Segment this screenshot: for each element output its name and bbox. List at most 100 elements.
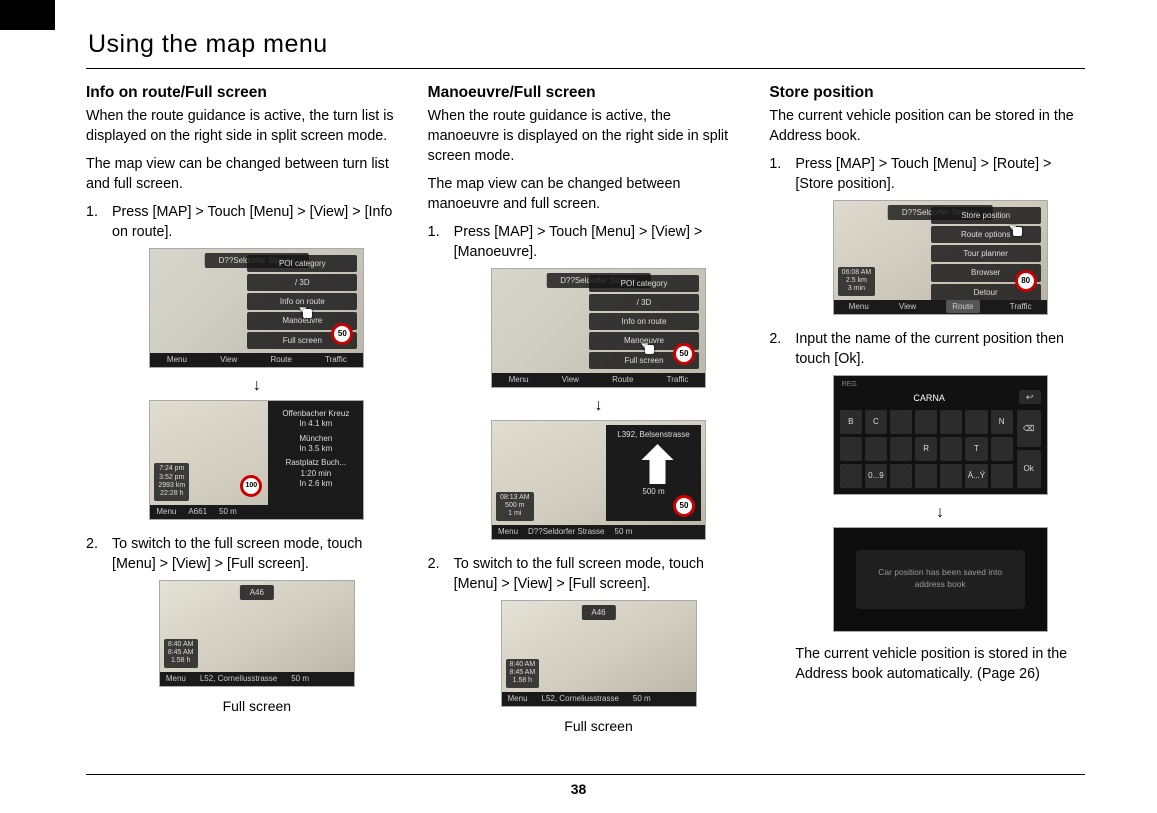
step-1: 1. Press [MAP] > Touch [Menu] > [Route] … [769,154,1085,321]
step-number: 2. [769,329,781,349]
key [915,464,937,488]
column-manoeuvre: Manoeuvre/Full screen When the route gui… [428,82,744,758]
step-text: Press [MAP] > Touch [Menu] > [Route] > [… [795,156,1051,192]
key [965,410,987,434]
key [890,437,912,461]
menu-item: Info on route [589,313,699,330]
screenshot-view-menu: D??Seldorfer Strasse POI category / 3D I… [149,248,364,368]
step-text: To switch to the full screen mode, touch… [112,536,362,572]
tab: View [899,301,916,312]
key: Ä...Ý [965,464,987,488]
tab: Menu [166,673,186,684]
step-number: 2. [86,534,98,554]
stat: 500 m [500,502,530,510]
stat: 2.5 km [842,277,872,285]
column-store-position: Store position The current vehicle posit… [769,82,1085,758]
step-number: 1. [86,202,98,222]
step-text: To switch to the full screen mode, touch… [454,556,704,592]
road-label: L392, Belsenstrasse [610,429,697,440]
key: N [991,410,1013,434]
key [865,437,887,461]
step-1: 1. Press [MAP] > Touch [Menu] > [View] >… [428,222,744,546]
menu-item: POI category [589,275,699,292]
clock: 8:40 AM [168,641,194,649]
speed-sign-icon: 80 [1015,270,1037,292]
paragraph: The current vehicle position can be stor… [769,106,1085,146]
stat: 8:45 AM [510,669,536,677]
menu-item: / 3D [589,294,699,311]
key [890,410,912,434]
page-number: 38 [0,781,1157,797]
step-number: 2. [428,554,440,574]
road-name: D??Seldorfer Strasse [528,526,604,537]
scale: 50 m [219,506,237,517]
key [940,437,962,461]
tab: Route [270,354,291,365]
speed-sign-icon: 50 [331,323,353,345]
column-info-on-route: Info on route/Full screen When the route… [86,82,402,758]
heading-manoeuvre: Manoeuvre/Full screen [428,82,744,104]
status-box: 08:13 AM 500 m 1 mi [496,492,534,521]
road-label: A46 [581,605,615,620]
screenshot-view-menu-manoeuvre: D??Seldorfer Strasse POI category / 3D I… [491,268,706,388]
menu-item: POI category [247,255,357,272]
stat: 1.58 h [168,657,194,665]
step-number: 1. [769,154,781,174]
tab: Route [612,374,633,385]
road-name: L52, Corneliusstrasse [200,673,277,684]
step-2: 2. Input the name of the current positio… [769,329,1085,684]
page-title: Using the map menu [88,30,328,59]
back-icon: ↩ [1019,390,1041,404]
step-text: Press [MAP] > Touch [Menu] > [View] > [I… [112,204,392,240]
dest-name: Rastplatz Buch... [272,458,359,468]
screenshot-full-screen: A46 8:40 AM 8:45 AM 1.58 h Menu L52, Cor… [159,580,355,687]
stat: 1 mi [500,510,530,518]
step-number: 1. [428,222,440,242]
stat: 3:52 pm [158,474,185,482]
clock: 08:13 AM [500,494,530,502]
status-box: 7:24 pm 3:52 pm 2993 km 22:28 h [154,463,189,501]
road-name: L52, Corneliusstrasse [542,693,619,704]
screenshot-info-split: Offenbacher KreuzIn 4.1 km MünchenIn 3.5… [149,400,364,520]
backspace-key: ⌫ [1017,410,1041,448]
dest-dist: In 2.6 km [272,479,359,489]
tab: Menu [508,693,528,704]
paragraph: When the route guidance is active, the m… [428,106,744,166]
arrow-down-icon: ↓ [454,398,744,414]
key [991,437,1013,461]
key [991,464,1013,488]
stat: 2993 km [158,482,185,490]
stat: 1.58 h [510,677,536,685]
ok-key: Ok [1017,450,1041,488]
screenshot-full-screen: A46 8:40 AM 8:45 AM 1.58 h Menu L52, Cor… [501,600,697,707]
key [840,464,862,488]
tab: View [220,354,237,365]
key [840,437,862,461]
stat: 3 min [842,285,872,293]
paragraph: The map view can be changed between mano… [428,174,744,214]
step-2: 2. To switch to the full screen mode, to… [428,554,744,737]
dest-dist: In 4.1 km [272,419,359,429]
key [915,410,937,434]
title-rule [86,68,1085,69]
road-name: A661 [188,506,207,517]
clock: 7:24 pm [158,465,185,473]
key [890,464,912,488]
clock: 8:40 AM [510,661,536,669]
thumb-tab [0,0,55,30]
content-columns: Info on route/Full screen When the route… [86,82,1085,758]
tab: Traffic [1010,301,1032,312]
stat: 8:45 AM [168,649,194,657]
menu-item: Tour planner [931,245,1041,262]
dialog-message: Car position has been saved into address… [856,550,1025,609]
screenshot-manoeuvre-split: L392, Belsenstrasse 500 m 50 08:13 AM 50… [491,420,706,540]
speed-sign-icon: 50 [673,495,695,517]
hand-cursor-icon [641,339,657,355]
status-box: 06:08 AM 2.5 km 3 min [838,267,876,296]
step-text: Input the name of the current position t… [795,331,1064,367]
bottom-rule [86,774,1085,775]
tab: Menu [509,374,529,385]
screenshot-keyboard: REG CARNA ↩ B C N [833,375,1048,495]
key: B [840,410,862,434]
step-text: Press [MAP] > Touch [Menu] > [View] > [M… [454,224,703,260]
